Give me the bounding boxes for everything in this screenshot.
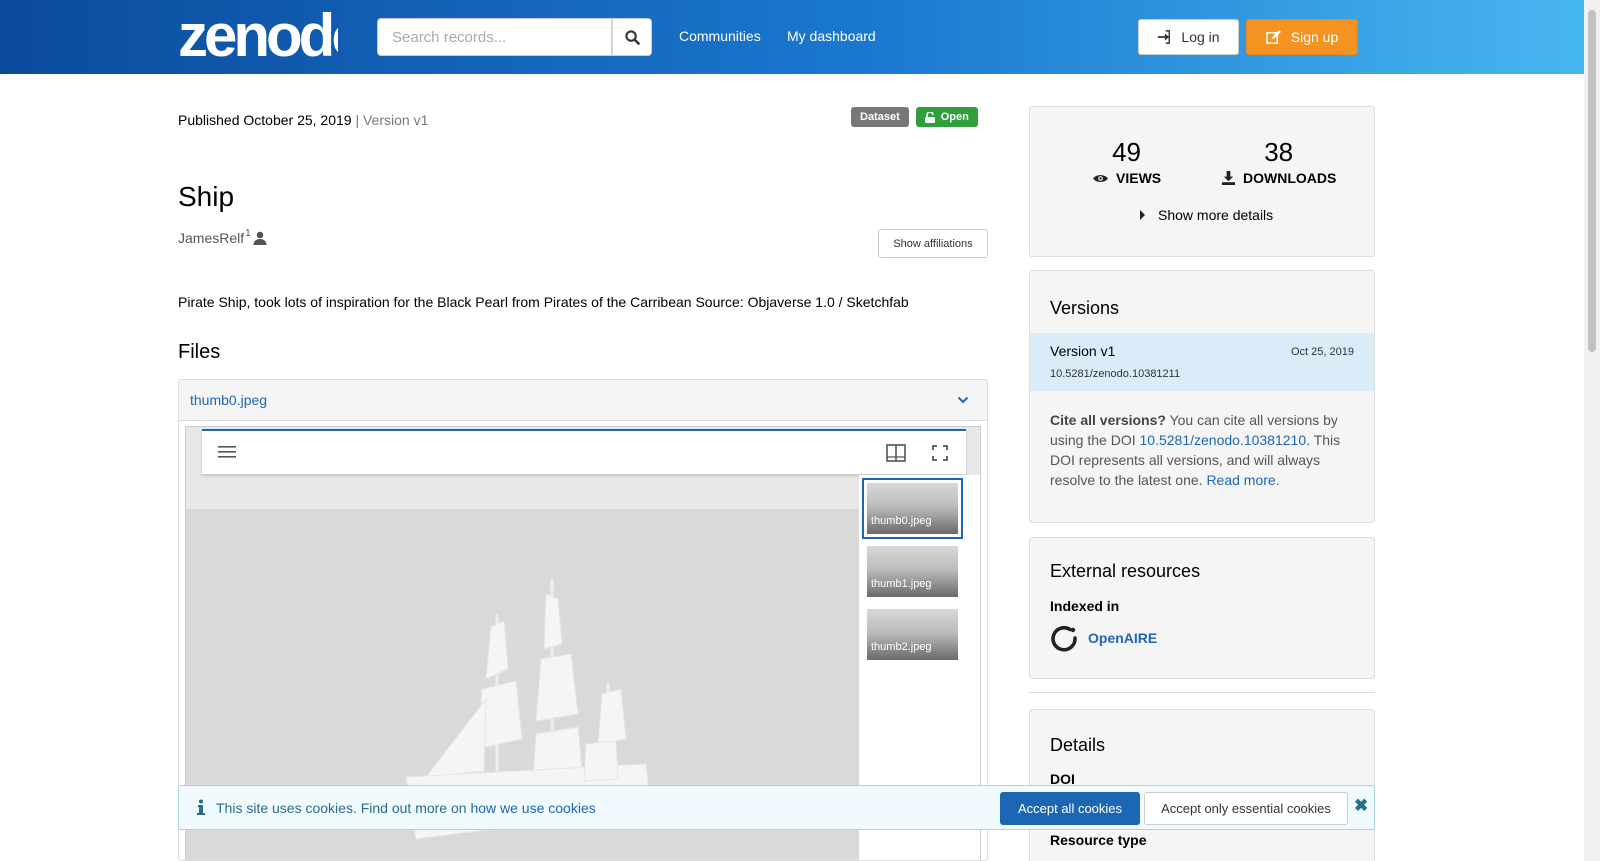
views-label: VIEWS (1116, 170, 1162, 186)
published-date: Published October 25, 2019 (178, 112, 352, 128)
read-more-link[interactable]: Read more. (1206, 472, 1279, 488)
stats-card: 49 VIEWS 38 DOWNLOADS Show more details (1029, 106, 1375, 257)
cookie-message: This site uses cookies. Find out more on… (216, 800, 596, 816)
login-label: Log in (1181, 29, 1220, 45)
downloads-label: DOWNLOADS (1243, 170, 1337, 186)
indexed-in-label: Indexed in (1050, 598, 1120, 614)
accept-all-cookies-button[interactable]: Accept all cookies (1000, 792, 1140, 825)
author-name: JamesRelf (178, 230, 245, 246)
record-description: Pirate Ship, took lots of inspiration fo… (178, 294, 909, 310)
edit-icon (1265, 29, 1281, 44)
cite-bold: Cite all versions? (1050, 412, 1166, 428)
versions-card: Versions Version v1 Oct 25, 2019 10.5281… (1029, 270, 1375, 523)
concept-doi-link[interactable]: 10.5281/zenodo.10381210 (1140, 432, 1307, 448)
login-button[interactable]: Log in (1138, 19, 1239, 55)
details-heading: Details (1050, 735, 1106, 755)
sign-in-icon (1158, 30, 1171, 44)
search-input[interactable] (377, 18, 612, 56)
svg-text:zenodo: zenodo (178, 6, 338, 62)
caret-right-icon (1140, 210, 1145, 220)
thumbnail-item[interactable]: thumb0.jpeg (862, 478, 963, 539)
record-badges: Dataset Open (851, 107, 978, 127)
resource-type-label: Resource type (1050, 832, 1147, 848)
top-navbar: zenodo Communities My dashboard Log in S… (0, 0, 1584, 74)
search-button[interactable] (612, 18, 652, 56)
version-name: Version v1 (1050, 343, 1116, 359)
unlock-icon (924, 111, 935, 123)
downloads-count: 38 (1264, 137, 1294, 167)
cookie-policy-link[interactable]: how we use cookies (470, 800, 595, 816)
thumbnail-label: thumb2.jpeg (871, 641, 932, 653)
downloads-stat: 38 DOWNLOADS (1221, 137, 1336, 186)
version-date: Oct 25, 2019 (1291, 346, 1354, 358)
menu-icon[interactable] (218, 445, 236, 459)
search-bar (377, 18, 652, 56)
fullscreen-icon[interactable] (932, 445, 948, 461)
show-affiliations-button[interactable]: Show affiliations (878, 229, 988, 258)
views-stat: 49 VIEWS (1092, 137, 1161, 186)
external-resources-card: External resources Indexed in OpenAIRE (1029, 537, 1375, 679)
views-count: 49 (1112, 137, 1142, 167)
eye-icon (1093, 174, 1108, 182)
show-more-details-label: Show more details (1158, 207, 1274, 223)
user-icon (253, 231, 267, 245)
thumbnail-item[interactable]: thumb2.jpeg (867, 609, 958, 660)
versions-heading: Versions (1050, 298, 1120, 318)
info-icon (197, 799, 205, 815)
openaire-label[interactable]: OpenAIRE (1088, 630, 1157, 646)
record-title: Ship (178, 181, 235, 212)
access-badge: Open (915, 107, 978, 127)
signup-button[interactable]: Sign up (1246, 19, 1358, 55)
sidebar-divider (1029, 692, 1375, 693)
resource-type-badge: Dataset (851, 107, 909, 127)
accept-essential-cookies-button[interactable]: Accept only essential cookies (1144, 792, 1348, 825)
publication-info: Published October 25, 2019 | Version v1 (178, 112, 428, 128)
chevron-down-icon[interactable] (957, 396, 969, 404)
viewer-toolbar (202, 429, 966, 474)
search-icon (624, 29, 640, 45)
version-label: | Version v1 (355, 112, 429, 128)
thumbnail-item[interactable]: thumb1.jpeg (867, 546, 958, 597)
cite-all-versions: Cite all versions? You can cite all vers… (1050, 410, 1360, 490)
version-item[interactable]: Version v1 Oct 25, 2019 10.5281/zenodo.1… (1030, 333, 1374, 391)
openaire-logo-icon (1051, 626, 1077, 652)
nav-my-dashboard[interactable]: My dashboard (787, 28, 876, 44)
views-label-row: VIEWS (1092, 170, 1161, 186)
downloads-label-row: DOWNLOADS (1221, 170, 1336, 186)
thumbnail-label: thumb0.jpeg (871, 515, 932, 527)
file-accordion-header[interactable]: thumb0.jpeg (179, 380, 987, 421)
close-icon[interactable]: ✖ (1354, 796, 1368, 816)
nav-communities[interactable]: Communities (679, 28, 761, 44)
cookie-text: This site uses cookies. Find out more on (216, 800, 471, 816)
access-label: Open (940, 111, 969, 123)
show-more-details[interactable]: Show more details (1140, 207, 1273, 223)
scrollbar-thumb[interactable] (1588, 10, 1596, 352)
version-doi: 10.5281/zenodo.10381211 (1050, 368, 1181, 380)
creator[interactable]: JamesRelf 1 (178, 227, 267, 246)
thumbnail-label: thumb1.jpeg (871, 578, 932, 590)
file-name-link[interactable]: thumb0.jpeg (190, 392, 267, 408)
page-scrollbar[interactable] (1584, 0, 1600, 861)
zenodo-logo[interactable]: zenodo (178, 6, 338, 62)
signup-label: Sign up (1290, 29, 1339, 45)
book-view-icon[interactable] (886, 444, 906, 462)
download-icon (1221, 171, 1236, 185)
external-resources-heading: External resources (1050, 561, 1201, 581)
files-heading: Files (178, 341, 221, 363)
cookie-banner: This site uses cookies. Find out more on… (178, 785, 1375, 830)
affiliation-number: 1 (245, 227, 251, 239)
openaire-link[interactable]: OpenAIRE (1050, 624, 1157, 652)
